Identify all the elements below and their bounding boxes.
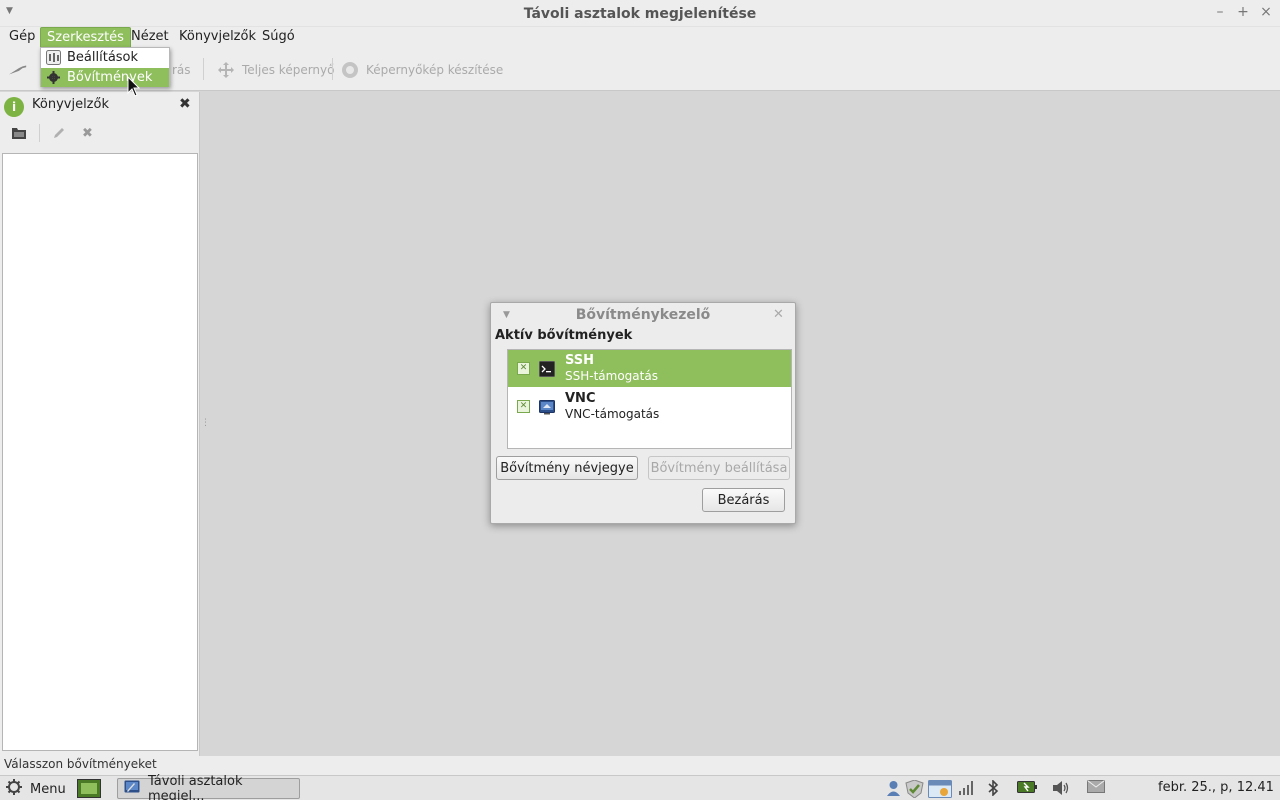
toolbar-separator: [203, 58, 204, 80]
menu-szerkesztes[interactable]: Szerkesztés: [40, 27, 131, 48]
plugin-about-button[interactable]: Bővítmény névjegye: [496, 456, 638, 480]
menu-konyvjelzok[interactable]: Könyvjelzők: [173, 27, 262, 48]
plugin-checkbox[interactable]: ✕: [517, 400, 530, 413]
settings-icon: [45, 50, 61, 66]
minimize-button[interactable]: –: [1211, 4, 1229, 20]
taskbar-window-label: Távoli asztalok megjel...: [148, 773, 243, 800]
signal-strength-icon[interactable]: [958, 780, 974, 800]
bluetooth-icon[interactable]: [987, 779, 999, 800]
screenshot-button[interactable]: Képernyőkép készítése: [340, 60, 503, 80]
plug-icon: [8, 60, 28, 80]
vnc-icon: [539, 399, 555, 415]
plugin-row-vnc[interactable]: ✕ VNC VNC-támogatás: [508, 388, 791, 425]
disconnect-button[interactable]: rás: [172, 60, 191, 80]
close-dialog-button[interactable]: Bezárás: [702, 488, 785, 512]
plugin-configure-button[interactable]: Bővítmény beállítása: [648, 456, 790, 480]
menu-gep[interactable]: Gép: [3, 27, 41, 48]
menu-item-label: Beállítások: [67, 50, 139, 65]
show-desktop-button[interactable]: [77, 779, 101, 798]
gear-icon: [6, 779, 22, 799]
bookmarks-list[interactable]: [2, 153, 198, 751]
gear-icon: [45, 70, 61, 86]
bookmarks-toolbar: ✖: [0, 122, 199, 150]
maximize-button[interactable]: +: [1234, 4, 1252, 20]
menu-bar: Gép Szerkesztés Nézet Könyvjelzők Súgó: [0, 27, 1280, 49]
update-manager-icon[interactable]: [928, 780, 952, 800]
mouse-cursor-icon: [127, 76, 141, 97]
edit-menu-dropdown: Beállítások Bővítmények: [40, 47, 170, 87]
connect-button[interactable]: [8, 60, 28, 80]
dialog-close-icon[interactable]: ✕: [773, 307, 784, 322]
user-icon[interactable]: [886, 780, 901, 800]
terminal-icon: [539, 361, 555, 377]
info-icon: i: [4, 97, 24, 117]
plugin-name: SSH: [565, 353, 595, 368]
bookmarks-title: Könyvjelzők: [32, 97, 109, 112]
plugin-name: VNC: [565, 391, 596, 406]
shield-icon[interactable]: [905, 779, 924, 800]
plugin-row-ssh[interactable]: ✕ SSH SSH-támogatás: [508, 350, 791, 387]
menu-sugo[interactable]: Súgó: [256, 27, 301, 48]
bookmarks-header: i Könyvjelzők ✖: [0, 92, 199, 120]
title-bar: ▼ Távoli asztalok megjelenítése – + ×: [0, 0, 1280, 27]
plugin-list: ✕ SSH SSH-támogatás ✕ VNC VNC-támogatás: [507, 349, 792, 449]
menu-item-bovitmenyek[interactable]: Bővítmények: [41, 68, 169, 87]
dialog-title: Bővítménykezelő: [575, 307, 711, 323]
remote-desktop-icon: [124, 779, 140, 799]
plugin-description: SSH-támogatás: [565, 369, 658, 383]
plugin-description: VNC-támogatás: [565, 407, 660, 421]
bookmarks-panel: i Könyvjelzők ✖ ✖: [0, 92, 200, 756]
toolbar: rás Teljes képernyő Képernyőkép készítés…: [0, 49, 1280, 91]
menu-item-beallitasok[interactable]: Beállítások: [41, 48, 169, 67]
disconnect-label: rás: [172, 63, 191, 77]
close-button[interactable]: ×: [1257, 4, 1275, 20]
fullscreen-label: Teljes képernyő: [242, 63, 335, 77]
battery-icon[interactable]: [1017, 780, 1037, 798]
toolbar-separator: [332, 58, 333, 80]
toolbar-separator: [39, 124, 40, 142]
plugin-checkbox[interactable]: ✕: [517, 362, 530, 375]
mail-icon[interactable]: [1087, 780, 1105, 797]
dialog-title-bar: ▼ Bővítménykezelő ✕: [491, 303, 795, 329]
fullscreen-button[interactable]: Teljes képernyő: [216, 60, 334, 80]
taskbar-window-button[interactable]: Távoli asztalok megjel...: [117, 774, 300, 800]
edit-icon[interactable]: [52, 126, 66, 144]
plugin-manager-dialog: ▼ Bővítménykezelő ✕ Aktív bővítmények ✕ …: [490, 302, 796, 524]
delete-icon[interactable]: ✖: [82, 126, 93, 141]
taskbar: Menu Távoli asztalok megjel... febr. 25.…: [0, 774, 1280, 800]
status-bar: Válasszon bővítményeket: [0, 756, 1280, 775]
start-menu-button[interactable]: Menu: [6, 779, 66, 799]
close-panel-button[interactable]: ✖: [179, 96, 191, 112]
panel-splitter[interactable]: ⋮: [201, 418, 210, 428]
clock[interactable]: febr. 25., p, 12.41: [1158, 780, 1274, 795]
camera-icon: [340, 60, 360, 80]
add-folder-icon[interactable]: [11, 126, 28, 144]
start-menu-label: Menu: [30, 781, 66, 797]
menu-nezet[interactable]: Nézet: [125, 27, 175, 48]
active-plugins-heading: Aktív bővítmények: [495, 328, 633, 343]
screenshot-label: Képernyőkép készítése: [366, 63, 504, 77]
volume-icon[interactable]: [1052, 780, 1070, 800]
fullscreen-icon: [216, 60, 236, 80]
window-title: Távoli asztalok megjelenítése: [523, 6, 757, 22]
